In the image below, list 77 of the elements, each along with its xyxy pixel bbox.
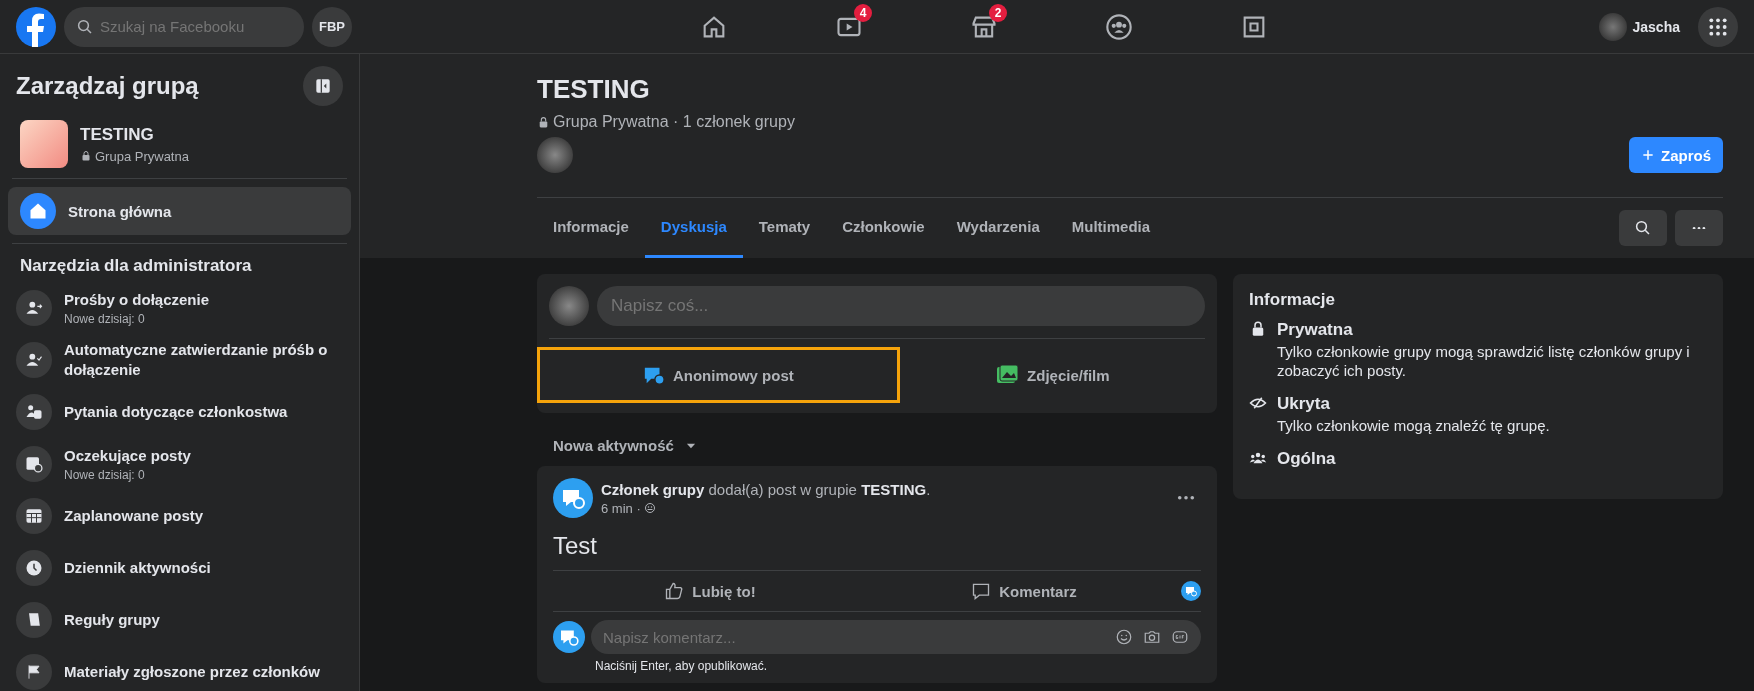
facebook-logo[interactable] [16,6,56,47]
groups-icon [1104,12,1133,41]
user-avatar [549,286,589,326]
menu-button[interactable] [1698,6,1738,47]
shortcut-button[interactable]: FBP [312,6,352,47]
collapse-button[interactable] [303,66,343,106]
group-tab[interactable]: Tematy [742,198,827,258]
item-subtitle: Nowe dzisiaj: 0 [64,312,146,326]
sidebar-item[interactable]: Materiały zgłoszone przez członków [64,662,320,682]
group-picture [20,120,68,168]
ellipsis-icon [1692,226,1706,230]
calendar-icon [24,506,44,526]
home-icon [28,201,48,221]
anonymous-avatar [553,478,593,518]
group-tab[interactable]: Informacje [537,198,645,258]
sidebar-item[interactable]: Pytania dotyczące członkostwa [64,402,288,422]
document-clock-icon [24,454,44,474]
item-subtitle: Nowe dzisiaj: 0 [64,468,146,482]
clock-icon [24,558,44,578]
profile-button[interactable]: Jascha [1592,11,1686,42]
sidebar-item[interactable]: Reguły grupy [64,610,160,630]
nav-tab[interactable]: 4 [781,0,916,54]
group-tab[interactable]: Multimedia [1055,198,1167,258]
comment-field[interactable]: Napisz komentarz... [591,620,1201,654]
card-title: Informacje [1249,290,1336,310]
emoji-icon [1115,628,1133,646]
lock-icon [537,115,550,129]
info-text: Tylko członkowie grupy mogą sprawdzić listę członków grupy i zobaczyć ich posty. [1277,342,1691,380]
post-header: Członek grupy dodał(a) post w grupie TESTING. [601,480,931,498]
notification-badge: 2 [989,3,1007,22]
post-field[interactable]: Napisz coś... [597,286,1205,326]
profile-switch-icon [1181,581,1201,601]
grid-icon [1708,16,1728,37]
group-title: TESTING [537,74,651,105]
info-title: Ukryta [1277,394,1331,414]
sidebar-title: Zarządzaj grupą [16,72,199,100]
info-title: Prywatna [1277,320,1354,340]
lock-icon [80,150,92,162]
search-icon [1634,219,1652,237]
post-time: 6 min · [601,500,641,516]
group-privacy: Grupa Prywatna [95,148,189,164]
gif-icon [1171,628,1189,646]
ellipsis-icon [1177,496,1195,500]
person-clipboard-icon [24,402,44,422]
speech-bubble-icon [971,581,992,601]
composer-action[interactable]: Zdjęcie/film [899,347,1205,403]
sidebar-item[interactable]: Prośby o dołączenie [64,290,210,310]
plus-icon [1641,148,1655,162]
post-text: Test [553,532,598,560]
submit-hint: Naciśnij Enter, aby opublikować. [595,659,769,673]
sidebar-item[interactable]: Dziennik aktywności [64,558,211,578]
sidebar-item[interactable]: Oczekujące posty [64,446,191,466]
thumbs-up-icon [664,581,685,601]
composer-action[interactable]: Anonimowy post [537,347,900,403]
group-audience-icon [643,502,656,514]
sidebar-item[interactable]: Zaplanowane posty [64,506,204,526]
sidebar-item[interactable]: Automatyczne zatwierdzanie próśb o dołączenie [64,340,343,380]
info-title: Ogólna [1277,449,1336,469]
home-item[interactable]: Strona główna [8,187,351,235]
group-name: TESTING [80,124,155,145]
sort-dropdown[interactable]: Nowa aktywność [537,413,714,466]
panel-icon [313,76,333,96]
group-meta: Grupa Prywatna · 1 członek grupy [553,113,795,131]
group-tab[interactable]: Członkowie [826,198,941,258]
group-tab[interactable]: Dyskusja [644,198,743,258]
like-button[interactable]: Lubię to! [553,573,867,609]
info-text: Tylko członkowie mogą znaleźć tę grupę. [1277,416,1550,435]
anonymous-avatar [553,621,585,653]
notification-badge: 4 [854,3,872,22]
section-title: Narzędzia dla administratora [12,243,347,282]
camera-icon [1143,628,1161,646]
member-avatar[interactable] [537,137,573,173]
search-field[interactable]: Szukaj na Facebooku [64,6,304,47]
search-button[interactable] [1619,210,1667,246]
comment-button[interactable]: Komentarz [867,573,1181,609]
nav-tab[interactable]: 2 [916,0,1051,54]
group-tab[interactable]: Wydarzenia [940,198,1056,258]
